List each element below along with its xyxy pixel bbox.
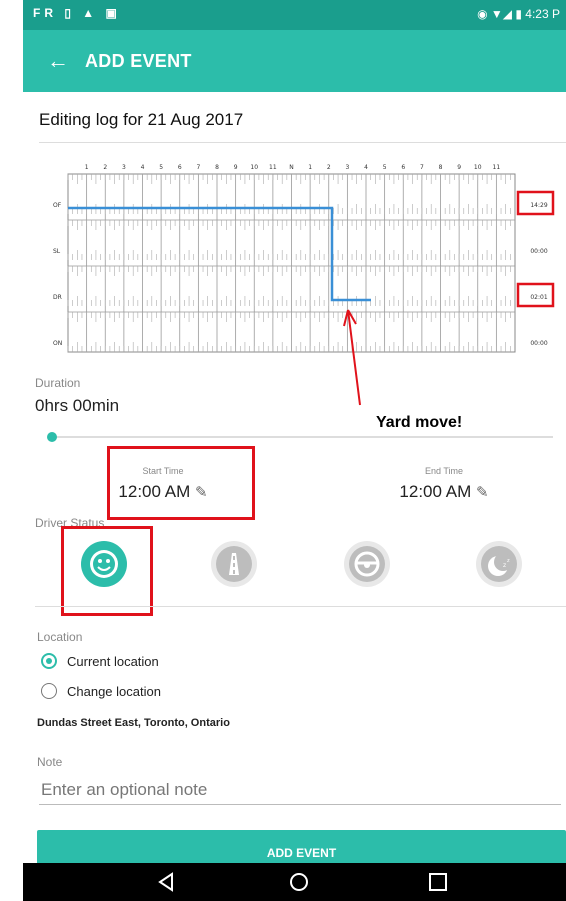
change-location-label[interactable]: Change location xyxy=(67,684,161,699)
hour-label: 7 xyxy=(196,164,200,171)
hour-label: 2 xyxy=(327,164,331,171)
moon-sleep-icon[interactable]: zz xyxy=(476,541,522,587)
back-triangle-icon[interactable] xyxy=(153,869,179,895)
hour-label: 7 xyxy=(420,164,424,171)
log-graph[interactable]: 1 2 3 4 5 6 7 8 9 10 11 N 1 2 3 4 5 6 7 8 9 10 11 OF SL DR ON 14:… xyxy=(23,150,566,420)
status-right: ◉ ▼◢ ▮ 4:23 P xyxy=(477,7,560,21)
hour-label: N xyxy=(289,164,294,171)
recents-square-icon[interactable] xyxy=(425,869,451,895)
hour-label: 10 xyxy=(250,164,258,171)
hour-label: 4 xyxy=(141,164,145,171)
hour-label: 2 xyxy=(103,164,107,171)
end-time-field[interactable]: 12:00 AM ✎ xyxy=(364,482,524,502)
hour-label: 3 xyxy=(122,164,126,171)
hour-label: 1 xyxy=(308,164,312,171)
highlight-box-start-time xyxy=(107,446,255,520)
row-label: DR xyxy=(53,294,62,301)
hour-label: 11 xyxy=(269,164,277,171)
hour-label: 8 xyxy=(439,164,443,171)
row-total: 00:00 xyxy=(530,248,547,255)
note-input[interactable] xyxy=(39,776,561,805)
editing-log-label: Editing log for 21 Aug 2017 xyxy=(39,110,244,129)
hour-label: 11 xyxy=(493,164,501,171)
hour-label: 9 xyxy=(457,164,461,171)
hour-label: 4 xyxy=(364,164,368,171)
steering-wheel-icon[interactable] xyxy=(344,541,390,587)
notification-icons: FR ▯ ▲ ▣ xyxy=(33,6,121,20)
divider xyxy=(35,606,566,607)
hour-label: 6 xyxy=(178,164,182,171)
hour-label: 10 xyxy=(474,164,482,171)
annotation-arrow xyxy=(343,309,361,406)
clock: 4:23 P xyxy=(525,7,560,21)
app-bar: ← ADD EVENT xyxy=(23,30,566,92)
row-label: OF xyxy=(53,202,62,209)
hour-label: 6 xyxy=(401,164,405,171)
status-bar: FR ▯ ▲ ▣ ◉ ▼◢ ▮ 4:23 P xyxy=(23,0,566,30)
current-location-label[interactable]: Current location xyxy=(67,654,159,669)
svg-text:z: z xyxy=(503,562,506,569)
hour-label: 9 xyxy=(234,164,238,171)
duration-value: 0hrs 00min xyxy=(35,396,120,415)
android-nav-bar xyxy=(23,863,566,901)
road-icon[interactable] xyxy=(211,541,257,587)
hour-label: 5 xyxy=(159,164,163,171)
duration-slider[interactable] xyxy=(53,436,553,438)
page-title: ADD EVENT xyxy=(85,51,192,71)
address-text: Dundas Street East, Toronto, Ontario xyxy=(37,717,230,729)
hour-label: 3 xyxy=(345,164,349,171)
end-time-label: End Time xyxy=(424,466,464,476)
add-event-button[interactable]: ADD EVENT xyxy=(37,830,566,866)
hour-label: 1 xyxy=(85,164,89,171)
duty-status-line xyxy=(68,206,371,302)
slider-thumb[interactable] xyxy=(47,432,57,442)
hour-label: 5 xyxy=(383,164,387,171)
duration-label: Duration xyxy=(35,376,81,390)
svg-text:z: z xyxy=(507,558,510,564)
note-label: Note xyxy=(37,755,63,769)
hour-label: 8 xyxy=(215,164,219,171)
home-circle-icon[interactable] xyxy=(286,869,312,895)
location-label: Location xyxy=(37,630,83,644)
row-label: ON xyxy=(53,340,62,347)
arrow-left-icon[interactable]: ← xyxy=(47,48,69,74)
radio-change-location[interactable] xyxy=(41,683,57,699)
row-label: SL xyxy=(53,248,61,255)
highlight-box-driver-status xyxy=(61,526,153,616)
end-time-value: 12:00 AM xyxy=(399,482,472,501)
radio-current-location[interactable] xyxy=(41,653,57,669)
row-total: 00:00 xyxy=(530,340,547,347)
yard-move-annotation: Yard move! xyxy=(376,414,463,431)
pencil-icon[interactable]: ✎ xyxy=(476,484,489,501)
divider xyxy=(39,142,566,143)
row-total: 02:01 xyxy=(530,294,547,301)
row-total: 14:29 xyxy=(530,202,547,209)
app-screen: FR ▯ ▲ ▣ ◉ ▼◢ ▮ 4:23 P ← ADD EVENT Editi… xyxy=(23,0,566,901)
